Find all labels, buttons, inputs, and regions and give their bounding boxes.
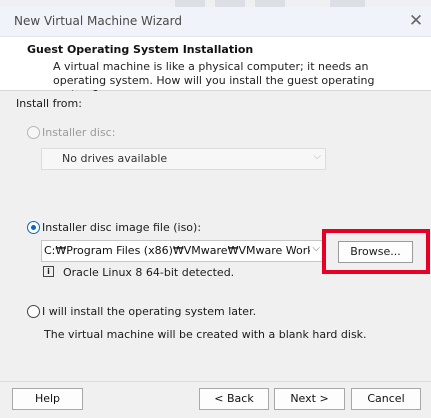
installer-disc-label: Installer disc: [42, 126, 116, 139]
detected-os-text: Oracle Linux 8 64-bit detected. [63, 266, 235, 279]
install-later-radio[interactable] [27, 305, 40, 318]
chevron-down-icon: ⌵ [312, 243, 320, 254]
highlight-box [322, 229, 430, 274]
install-later-description: The virtual machine will be created with… [44, 328, 367, 341]
iso-path-dropdown[interactable]: C:₩Program Files (x86)₩VMware₩VMware Wor… [41, 240, 325, 262]
iso-path-value: C:₩Program Files (x86)₩VMware₩VMware Wor… [44, 244, 310, 257]
close-button[interactable]: ✕ [402, 8, 430, 34]
iso-image-label: Installer disc image file (iso): [42, 221, 202, 234]
window-title: New Virtual Machine Wizard [14, 14, 182, 28]
installer-disc-radio[interactable] [27, 126, 40, 139]
desktop-strip [0, 0, 431, 7]
install-from-label: Install from: [16, 97, 82, 110]
cancel-button[interactable]: Cancel [351, 388, 421, 410]
chevron-down-icon: ⌵ [313, 151, 321, 162]
iso-image-radio[interactable] [27, 221, 40, 234]
header-title: Guest Operating System Installation [27, 43, 254, 56]
drives-dropdown-value: No drives available [62, 152, 168, 165]
help-button[interactable]: Help [12, 388, 83, 410]
next-button[interactable]: Next > [274, 388, 345, 410]
drives-dropdown[interactable]: No drives available ⌵ [41, 148, 326, 170]
back-button[interactable]: < Back [199, 388, 269, 410]
install-later-label: I will install the operating system late… [42, 305, 257, 318]
info-icon: i [43, 266, 54, 277]
